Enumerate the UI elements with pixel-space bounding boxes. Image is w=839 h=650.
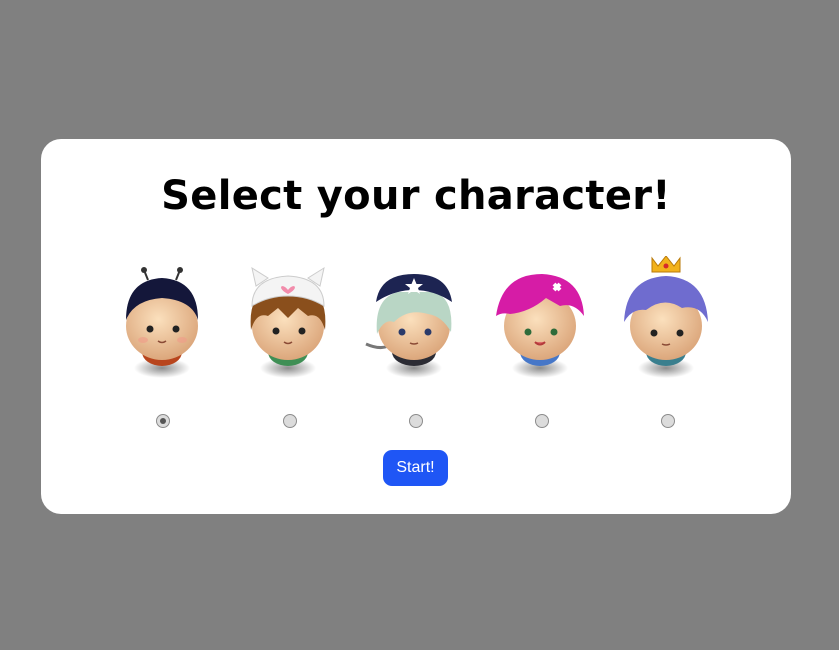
character-select-dialog: Select your character! Start! (41, 139, 791, 514)
antenna-boy-icon[interactable] (112, 256, 212, 391)
start-button[interactable]: Start! (383, 450, 448, 486)
pink-hair-girl-icon[interactable] (490, 256, 590, 391)
crowned-princess-icon[interactable] (616, 256, 716, 391)
dialog-title: Select your character! (161, 173, 671, 219)
character-radio-5[interactable] (661, 414, 675, 428)
character-radio-2[interactable] (283, 414, 297, 428)
pirate-icon[interactable] (364, 256, 464, 391)
character-radio-1[interactable] (156, 414, 170, 428)
cat-hat-girl-icon[interactable] (238, 256, 338, 391)
character-radio-3[interactable] (409, 414, 423, 428)
character-radio-4[interactable] (535, 414, 549, 428)
